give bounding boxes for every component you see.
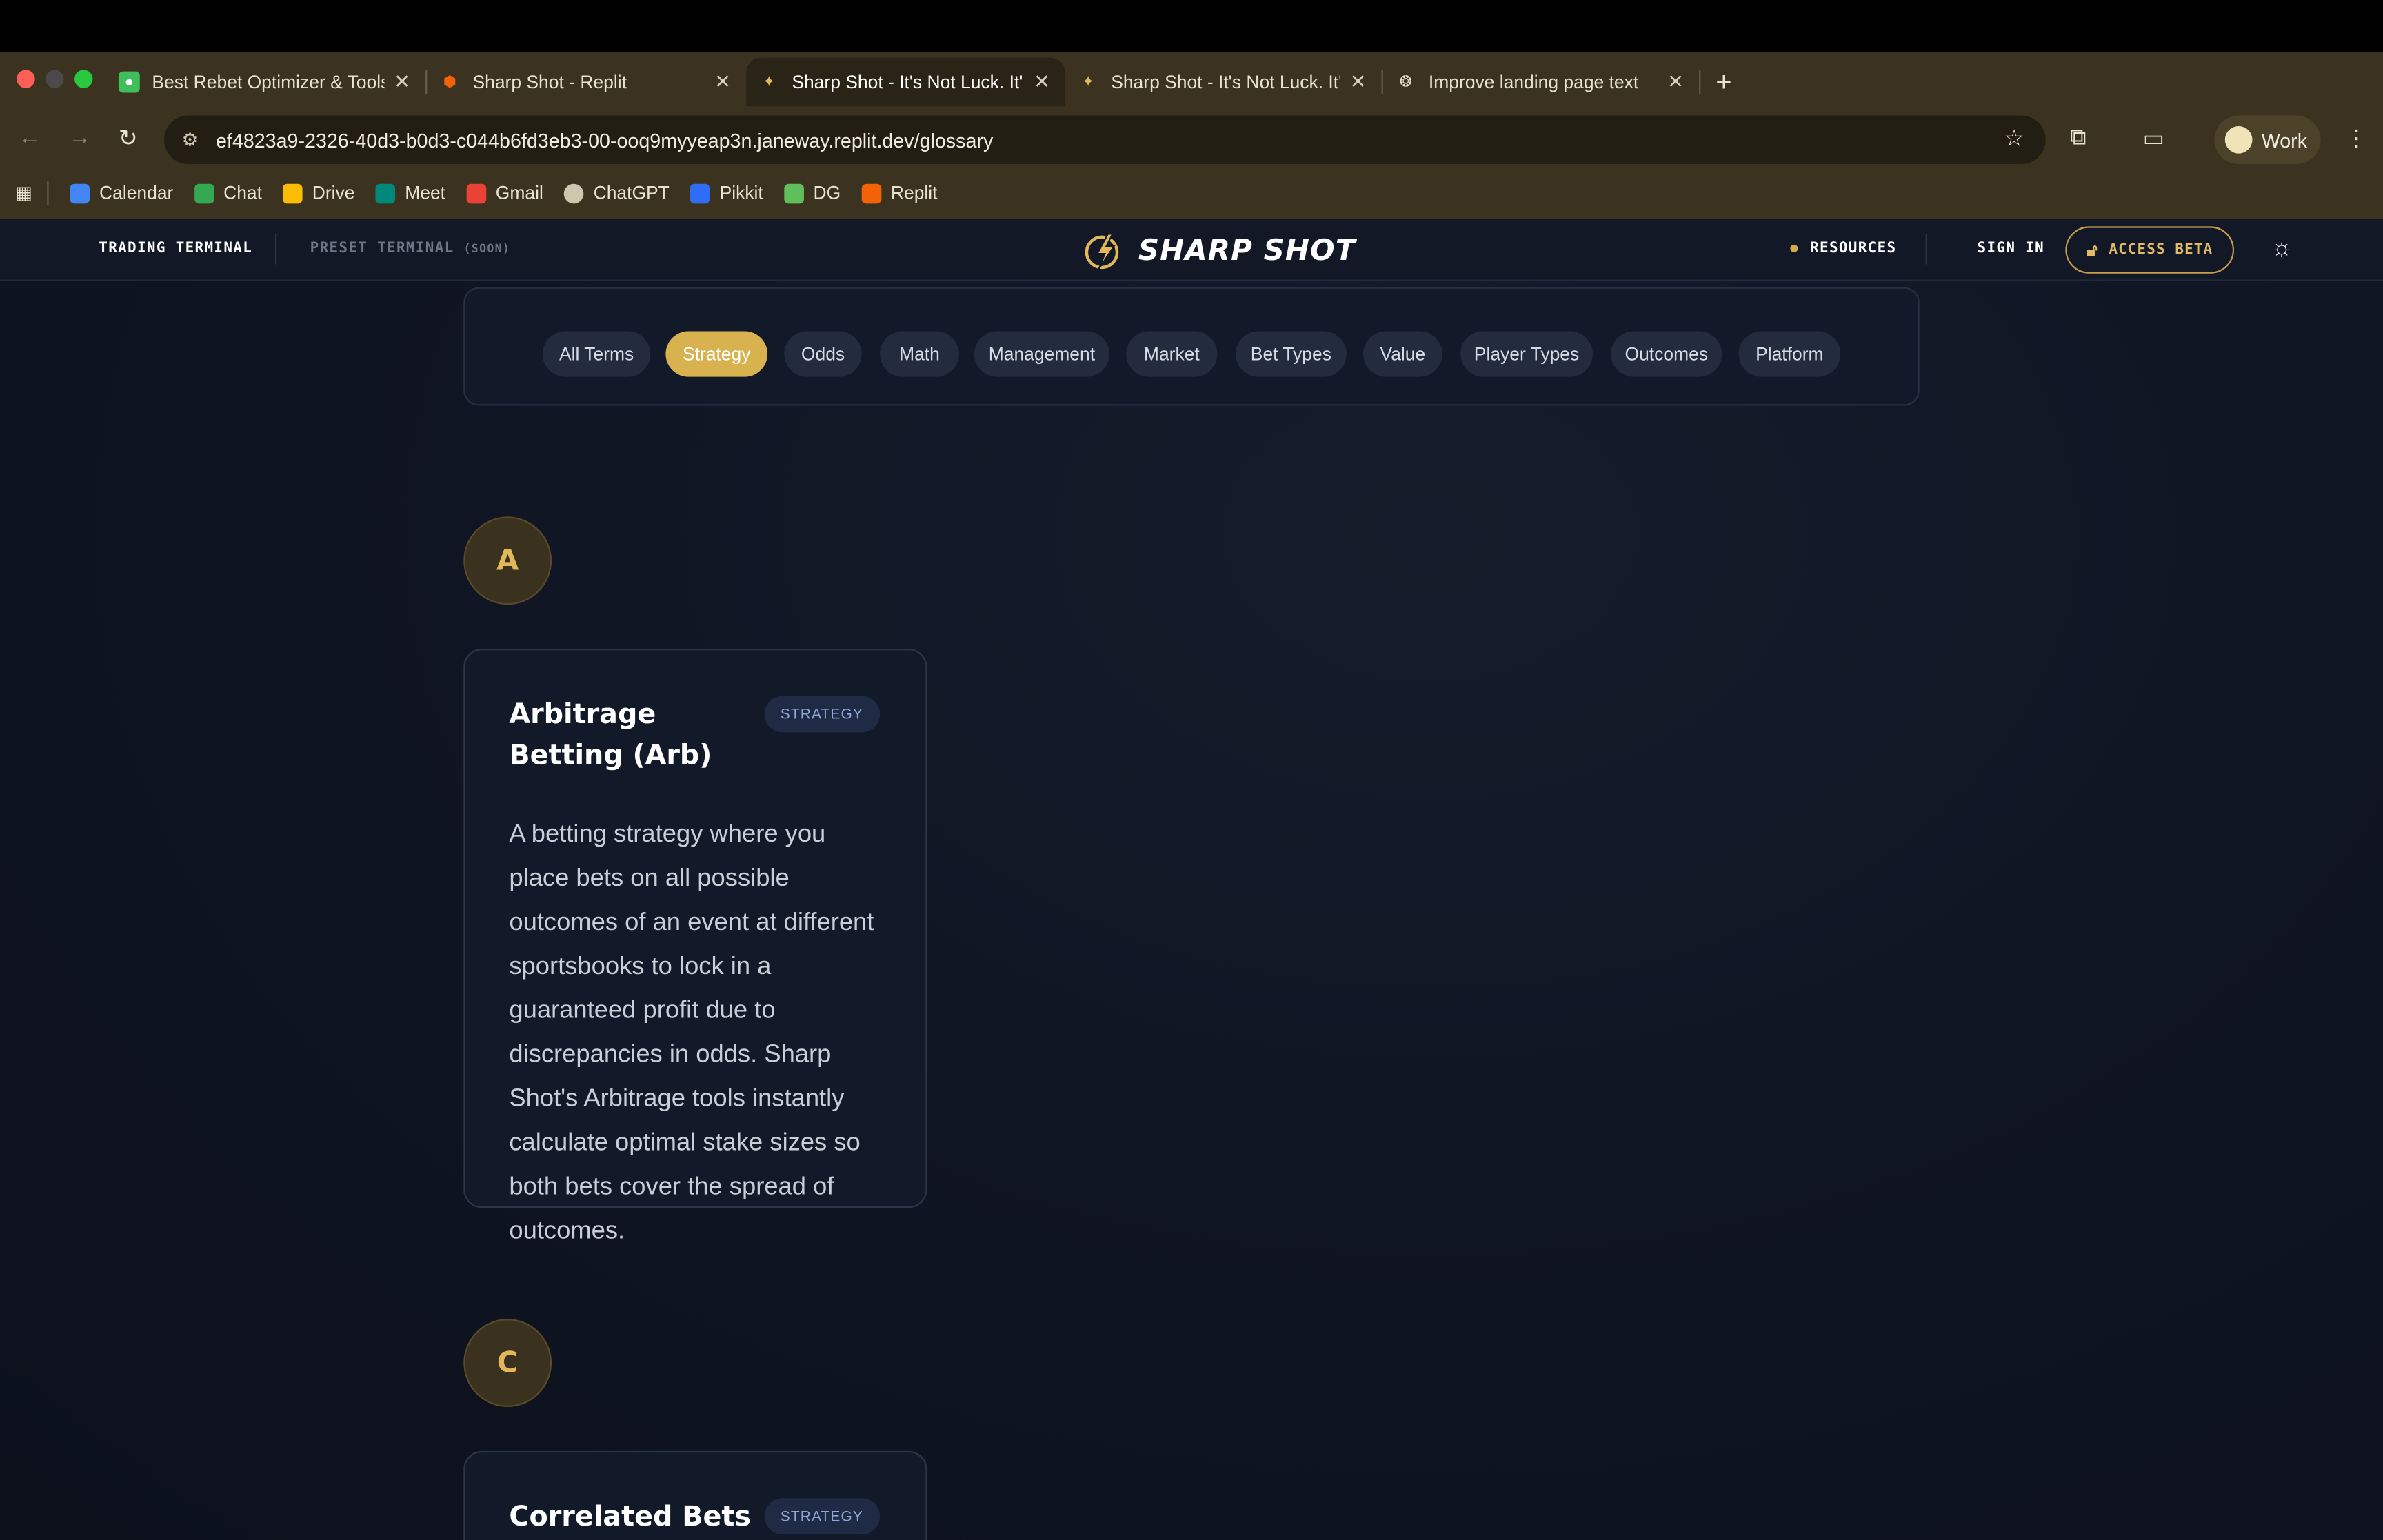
filter-math[interactable]: Math	[880, 331, 959, 377]
address-bar[interactable]: ⚙ ef4823a9-2326-40d3-b0d3-c044b6fd3eb3-0…	[164, 115, 2046, 165]
chatgpt-favicon-icon: ❂	[1399, 73, 1413, 91]
filter-outcomes[interactable]: Outcomes	[1611, 331, 1722, 377]
dg-icon	[784, 183, 805, 203]
nav-divider	[274, 234, 277, 265]
bookmark-divider	[48, 181, 50, 205]
filter-player-types[interactable]: Player Types	[1460, 331, 1593, 377]
bookmark-replit[interactable]: Replit	[862, 182, 938, 203]
site-header: TRADING TERMINAL PRESET TERMINAL (SOON) …	[0, 219, 2383, 281]
term-card-correlated-bets: Correlated Bets STRATEGY	[463, 1450, 927, 1540]
term-title: Arbitrage Betting (Arb)	[509, 698, 712, 772]
nav-sign-in[interactable]: SIGN IN	[1978, 240, 2045, 256]
nav-divider	[1925, 234, 1927, 265]
calendar-icon	[70, 183, 90, 203]
lock-icon: 🔓︎	[2087, 239, 2099, 259]
glossary-content: All Terms Strategy Odds Math Management …	[0, 281, 2383, 1540]
window-controls	[17, 70, 93, 88]
sharpshot-favicon-icon: ✦	[763, 73, 776, 91]
bookmark-star-icon[interactable]: ☆	[2004, 125, 2024, 152]
close-tab-icon[interactable]: ✕	[394, 70, 410, 94]
replit-icon	[862, 183, 882, 203]
filter-management[interactable]: Management	[974, 331, 1109, 377]
profile-button[interactable]: Work	[2214, 115, 2321, 165]
bookmark-dg[interactable]: DG	[784, 182, 841, 203]
browser-tab[interactable]: ❂ Improve landing page text ✕	[1383, 58, 1699, 107]
browser-tab[interactable]: ⬢ Sharp Shot - Replit ✕	[427, 58, 746, 107]
section-letter-a: A	[463, 516, 552, 605]
bookmark-calendar[interactable]: Calendar	[70, 182, 173, 203]
nav-trading-terminal[interactable]: TRADING TERMINAL	[99, 240, 252, 256]
bookmark-drive[interactable]: Drive	[283, 182, 354, 203]
close-tab-icon[interactable]: ✕	[1667, 70, 1684, 94]
filter-platform[interactable]: Platform	[1738, 331, 1841, 377]
maximize-window-button[interactable]	[74, 70, 93, 88]
minimize-window-button[interactable]	[46, 70, 64, 88]
apps-grid-icon[interactable]: ▦	[15, 182, 32, 203]
filter-strategy[interactable]: Strategy	[665, 331, 768, 377]
term-description: A betting strategy where you place bets …	[509, 820, 874, 1245]
chat-icon	[194, 183, 214, 203]
avatar	[2224, 125, 2253, 154]
bookmark-gmail[interactable]: Gmail	[466, 182, 543, 203]
sharpshot-favicon-icon: ✦	[1081, 73, 1095, 91]
gmail-icon	[466, 183, 487, 203]
access-beta-button[interactable]: 🔓︎ ACCESS BETA	[2065, 226, 2235, 274]
lightning-bolt-logo-icon	[1085, 233, 1119, 270]
filter-all-terms[interactable]: All Terms	[542, 331, 651, 377]
drive-icon	[283, 183, 303, 203]
close-tab-icon[interactable]: ✕	[714, 70, 731, 94]
brand-logo[interactable]: SHARP SHOT	[1080, 228, 1356, 274]
meet-icon	[376, 183, 396, 203]
back-arrow-icon[interactable]: ←	[18, 125, 41, 150]
close-window-button[interactable]	[17, 70, 35, 88]
nav-preset-terminal: PRESET TERMINAL (SOON)	[310, 240, 511, 257]
brand-name: SHARP SHOT	[1138, 234, 1356, 267]
category-badge: STRATEGY	[763, 1498, 881, 1535]
section-letter-c: C	[463, 1319, 552, 1407]
term-card-arbitrage: Arbitrage Betting (Arb) STRATEGY A betti…	[463, 649, 927, 1244]
filter-odds[interactable]: Odds	[784, 331, 862, 377]
tab-divider	[1699, 70, 1701, 94]
filter-value[interactable]: Value	[1363, 331, 1442, 377]
bookmark-chatgpt[interactable]: ChatGPT	[564, 182, 670, 203]
bookmarks-bar: ▦ Calendar Chat Drive Meet Gmail ChatGPT…	[0, 172, 2383, 214]
site-settings-icon[interactable]: ⚙	[177, 126, 204, 154]
theme-toggle-sun-icon[interactable]: ☼	[2271, 236, 2293, 263]
cast-search-icon[interactable]: ▭	[2143, 125, 2164, 152]
nav-resources[interactable]: RESOURCES	[1810, 240, 1896, 256]
tab-strip: ● Best Rebet Optimizer & Tools ✕ ⬢ Sharp…	[106, 57, 1732, 107]
rebet-favicon-icon: ●	[118, 71, 140, 93]
extensions-puzzle-icon[interactable]: ⧉	[2070, 125, 2087, 150]
os-menubar	[0, 0, 2383, 52]
filter-market[interactable]: Market	[1126, 331, 1218, 377]
resources-indicator-dot	[1790, 244, 1798, 252]
category-filter-panel: All Terms Strategy Odds Math Management …	[463, 287, 1920, 406]
bookmark-meet[interactable]: Meet	[376, 182, 445, 203]
close-tab-icon[interactable]: ✕	[1349, 70, 1366, 94]
filter-bet-types[interactable]: Bet Types	[1235, 331, 1347, 377]
close-tab-icon[interactable]: ✕	[1034, 70, 1050, 94]
category-badge: STRATEGY	[763, 696, 881, 733]
url-text[interactable]: ef4823a9-2326-40d3-b0d3-c044b6fd3eb3-00-…	[216, 128, 993, 151]
new-tab-plus-icon[interactable]: +	[1716, 66, 1731, 98]
reload-icon[interactable]: ↻	[119, 125, 138, 152]
replit-favicon-icon: ⬢	[443, 73, 457, 91]
forward-arrow-icon[interactable]: →	[68, 125, 91, 150]
browser-tab-active[interactable]: ✦ Sharp Shot - It's Not Luck. It' ✕	[746, 57, 1066, 107]
menu-kebab-icon[interactable]: ⋮	[2345, 125, 2368, 152]
browser-tab[interactable]: ✦ Sharp Shot - It's Not Luck. It' ✕	[1065, 58, 1381, 107]
browser-tab[interactable]: ● Best Rebet Optimizer & Tools ✕	[106, 58, 425, 107]
address-row: ← → ↻ ⚙ ef4823a9-2326-40d3-b0d3-c044b6fd…	[0, 112, 2383, 167]
chatgpt-icon	[564, 183, 585, 203]
pikkit-icon	[690, 183, 711, 203]
bookmark-pikkit[interactable]: Pikkit	[690, 182, 763, 203]
bookmark-chat[interactable]: Chat	[194, 182, 262, 203]
